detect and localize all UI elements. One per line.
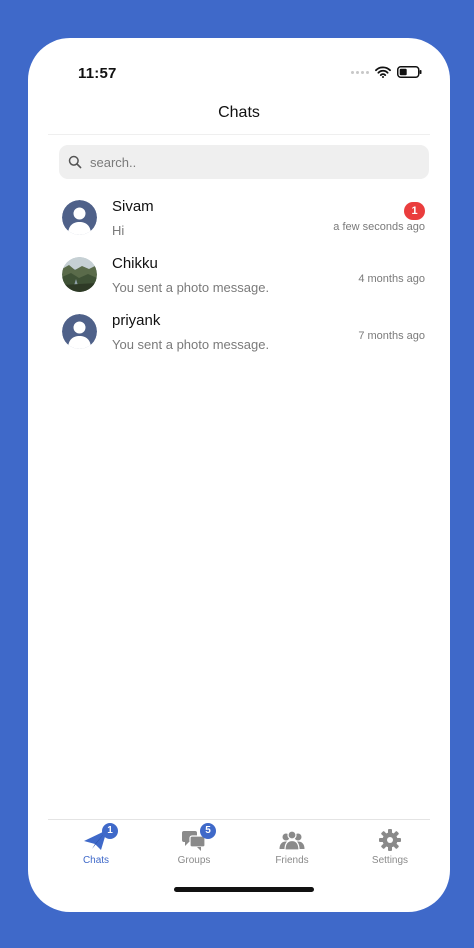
status-bar: 11:57 [28,38,450,98]
chat-time: 7 months ago [358,330,425,342]
tab-label: Groups [177,855,211,866]
page-title: Chats [218,104,260,121]
tab-friends[interactable]: Friends [252,820,332,872]
signal-dots-icon [351,70,369,74]
search-icon [68,155,82,169]
landscape-photo-avatar [62,257,97,292]
chat-row-sivam[interactable]: Sivam Hi 1 a few seconds ago [28,190,450,247]
tab-settings[interactable]: Settings [350,820,430,872]
people-icon [279,830,305,851]
chat-time: a few seconds ago [333,221,425,233]
chat-name: priyank [112,312,161,329]
default-avatar-icon [62,200,97,235]
tab-label: Friends [275,855,309,866]
tab-badge: 5 [200,823,216,839]
chat-name: Chikku [112,255,158,272]
unread-badge: 1 [404,202,425,220]
chat-preview: You sent a photo message. [112,280,270,295]
tab-chats[interactable]: 1 Chats [56,820,136,872]
battery-icon [397,66,422,78]
chat-row-chikku[interactable]: Chikku You sent a photo message. 4 month… [28,247,450,304]
tab-label: Chats [82,855,110,866]
chat-row-priyank[interactable]: priyank You sent a photo message. 7 mont… [28,304,450,361]
chat-list: Sivam Hi 1 a few seconds ago Chikku You … [28,190,450,361]
phone-screen: 11:57 Chats search.. Sivam Hi 1 a few se… [28,38,450,912]
home-indicator[interactable] [174,887,314,892]
gear-icon [379,829,401,851]
tab-badge: 1 [102,823,118,839]
status-icons [351,66,422,78]
status-time: 11:57 [78,65,117,82]
tab-groups[interactable]: 5 Groups [154,820,234,872]
tab-label: Settings [371,855,409,866]
wifi-icon [375,66,391,78]
chat-time: 4 months ago [358,273,425,285]
search-box[interactable] [59,145,429,179]
chat-name: Sivam [112,198,154,215]
chat-preview: Hi [112,223,125,238]
chat-preview: You sent a photo message. [112,337,270,352]
header: Chats [48,96,430,135]
search-input[interactable] [88,153,392,171]
default-avatar-icon [62,314,97,349]
tab-bar: 1 Chats 5 Groups Friends Settings [48,819,430,872]
